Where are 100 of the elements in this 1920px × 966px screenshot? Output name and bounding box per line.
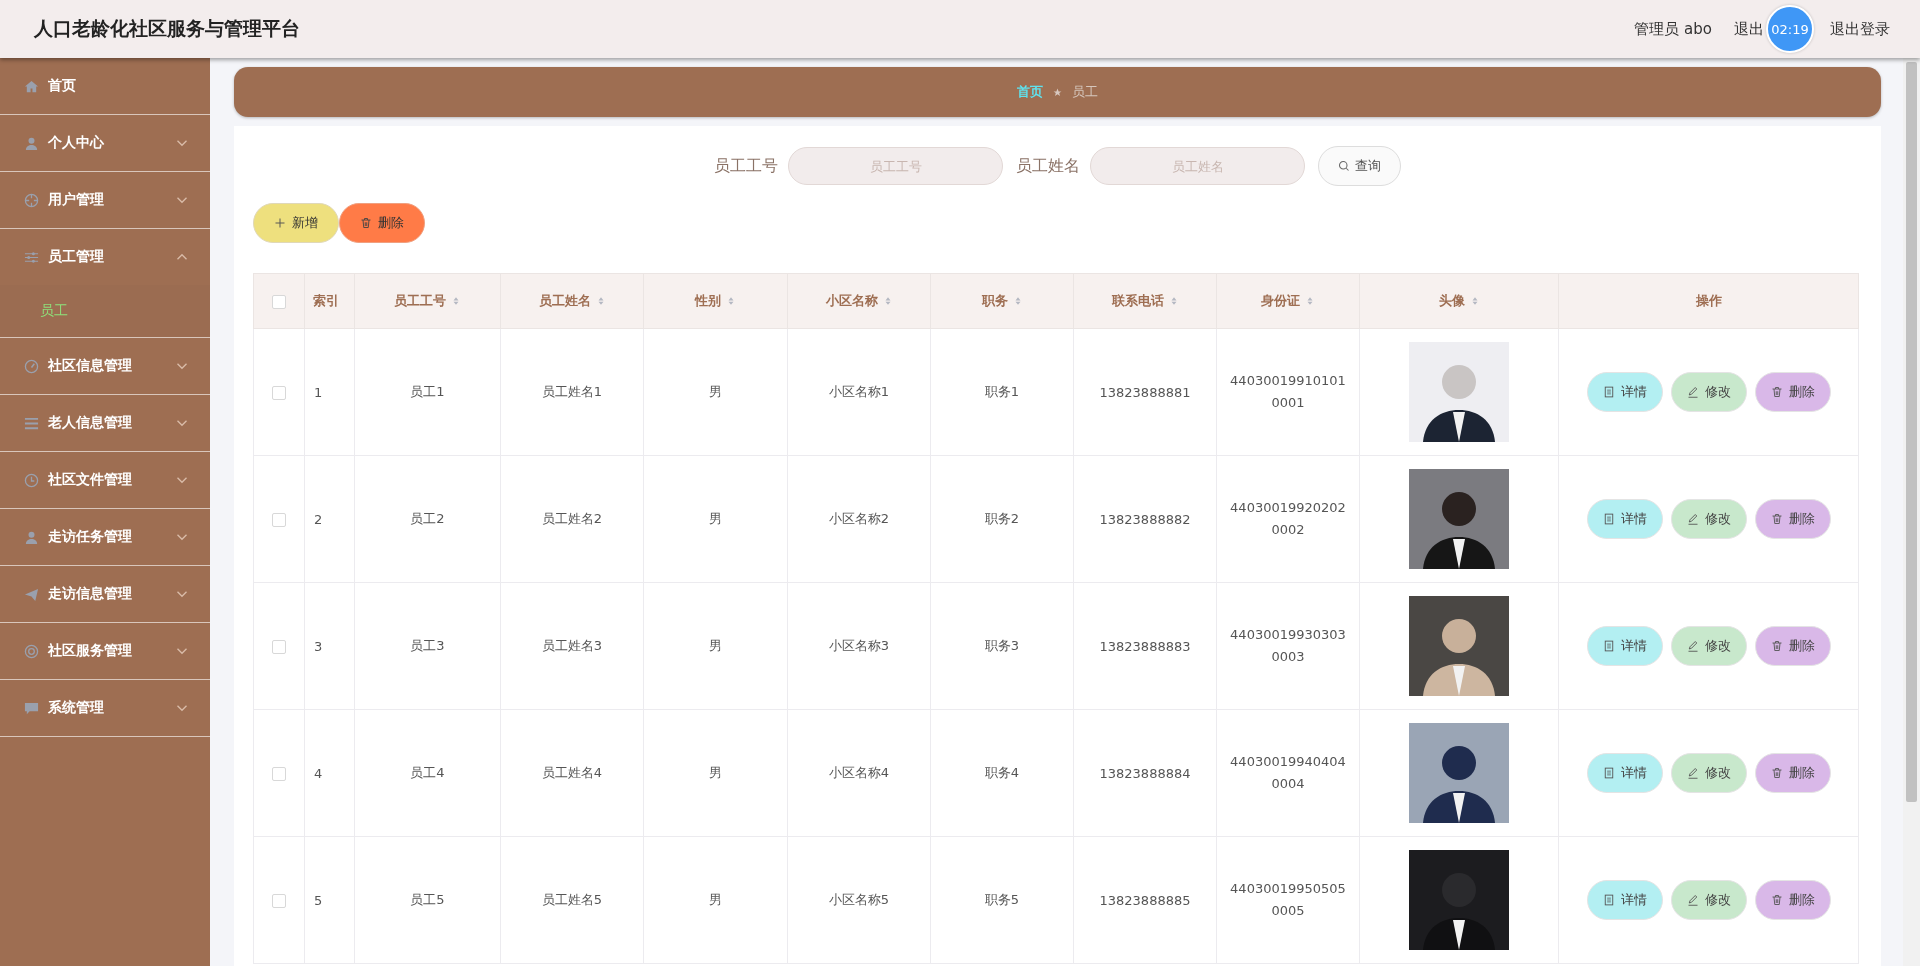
column-header[interactable]: 操作 [1695,292,1722,310]
timer-badge: 02:19 [1766,5,1814,53]
trash-icon [360,217,372,229]
column-header[interactable]: 性别 [695,292,721,310]
paper-plane-icon [24,586,39,602]
menu-item[interactable]: 系统管理 [0,680,210,736]
scrollbar-thumb[interactable] [1906,62,1917,802]
star-icon [1053,87,1062,97]
document-icon [1602,513,1615,525]
table-cell: 13823888884 [1099,765,1191,781]
table-cell: 男 [709,764,722,782]
table-cell: 职务3 [984,637,1020,655]
field-label: 员工姓名 [1016,155,1080,177]
gauge-icon [24,358,39,374]
menu-item[interactable]: 员工管理 [0,229,210,285]
document-icon [1602,767,1615,779]
delete-button[interactable]: 删除 [1754,753,1831,793]
column-header[interactable]: 头像 [1438,292,1465,310]
detail-button[interactable]: 详情 [1586,372,1663,412]
column-header[interactable]: 员工姓名 [538,292,591,310]
trash-icon [1770,640,1783,652]
table-cell-text: 440300199202020002 [1229,499,1347,539]
menu-item[interactable]: 走访信息管理 [0,566,210,622]
edit-button[interactable]: 修改 [1670,372,1747,412]
delete-button[interactable]: 删除 [1754,499,1831,539]
column-header[interactable]: 身份证 [1261,292,1300,310]
table-cell: 3 [314,638,323,654]
document-icon [1602,386,1615,398]
table-cell: 男 [709,891,722,909]
checkbox[interactable] [272,893,286,908]
pencil-icon [1686,513,1699,525]
user-icon [24,529,39,545]
detail-button[interactable]: 详情 [1586,880,1663,920]
table-cell-text: 440300199303030003 [1229,626,1347,666]
edit-button[interactable]: 修改 [1670,626,1747,666]
edit-button[interactable]: 修改 [1670,880,1747,920]
table-cell: 员工姓名3 [541,637,603,655]
sliders-icon [24,249,39,265]
table-cell-text: 440300199505050005 [1229,880,1347,920]
table-cell: 男 [709,637,722,655]
column-header[interactable]: 联系电话 [1111,292,1164,310]
app-title: 人口老龄化社区服务与管理平台 [34,16,300,41]
ring-icon [24,643,39,659]
checkbox[interactable] [272,512,286,527]
front-link[interactable]: 退出 [1734,19,1764,39]
menu-item[interactable]: 走访任务管理 [0,509,210,565]
table-cell: 员工5 [410,891,445,909]
column-header[interactable]: 员工工号 [394,292,446,310]
table-cell: 小区名称2 [828,510,890,528]
menu-item[interactable]: 首页 [0,58,210,114]
table-cell: 男 [709,510,722,528]
pencil-icon [1686,767,1699,779]
delete-button[interactable]: 删除 [339,203,425,243]
column-header[interactable]: 职务 [981,292,1008,310]
table-cell: 小区名称4 [828,764,890,782]
trash-icon [1770,386,1783,398]
logout-link[interactable]: 退出登录 [1830,19,1890,39]
column-header[interactable]: 小区名称 [825,292,878,310]
edit-button[interactable]: 修改 [1670,753,1747,793]
table-cell: 13823888881 [1099,384,1191,400]
checkbox[interactable] [272,639,286,654]
checkbox[interactable] [272,385,286,400]
delete-button[interactable]: 删除 [1754,880,1831,920]
menu-item[interactable]: 社区文件管理 [0,452,210,508]
detail-button[interactable]: 详情 [1586,626,1663,666]
scrollbar[interactable] [1903,58,1920,966]
delete-button[interactable]: 删除 [1754,372,1831,412]
crosshair-icon [24,192,39,208]
table-cell: 1 [314,384,323,400]
breadcrumb-link[interactable]: 首页 [1017,83,1043,101]
user-icon [24,135,39,151]
trash-icon [1770,894,1783,906]
table-cell-text: 440300199101010001 [1229,372,1347,412]
trash-icon [1770,513,1783,525]
menu-item[interactable]: 社区服务管理 [0,623,210,679]
breadcrumb-link[interactable]: 员工 [1072,83,1098,101]
detail-button[interactable]: 详情 [1586,753,1663,793]
search-button[interactable]: 查询 [1318,146,1401,186]
trash-icon [1770,767,1783,779]
menu-item[interactable]: 用户管理 [0,172,210,228]
edit-button[interactable]: 修改 [1670,499,1747,539]
pencil-icon [1686,894,1699,906]
pencil-icon [1686,386,1699,398]
add-button[interactable]: 新增 [253,203,339,243]
checkbox[interactable] [272,766,286,781]
table-cell: 4 [314,765,323,781]
table-cell: 员工姓名5 [541,891,603,909]
table-cell: 5 [314,892,323,908]
detail-button[interactable]: 详情 [1586,499,1663,539]
delete-button[interactable]: 删除 [1754,626,1831,666]
menu-item[interactable]: 老人信息管理 [0,395,210,451]
field-label: 员工工号 [714,155,778,177]
menu-item[interactable]: 个人中心 [0,115,210,171]
table-cell: 13823888882 [1099,511,1191,527]
table-cell-text: 440300199404040004 [1229,753,1347,793]
checkbox[interactable] [272,294,286,309]
menu-item[interactable]: 社区信息管理 [0,338,210,394]
column-header[interactable]: 索引 [313,292,339,310]
table-cell: 员工姓名1 [541,383,603,401]
document-icon [1602,894,1615,906]
